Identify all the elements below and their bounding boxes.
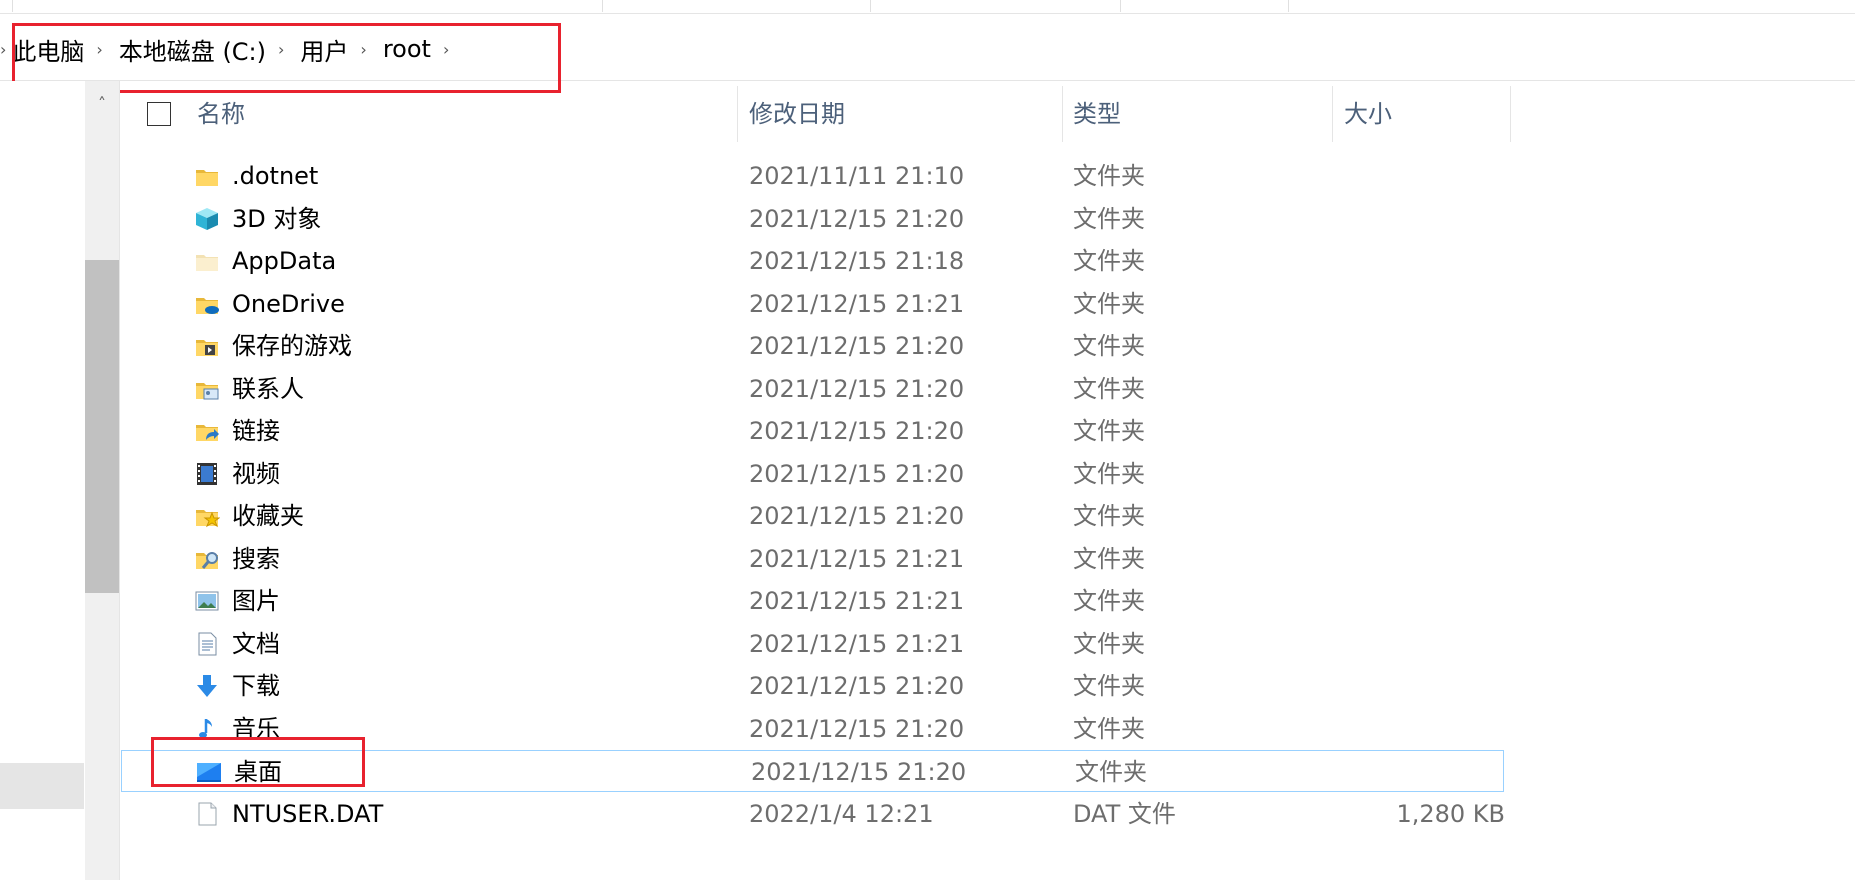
file-row[interactable]: 图片 2021/12/15 21:21 文件夹 [120, 580, 1511, 622]
file-row[interactable]: .dotnet 2021/11/11 21:10 文件夹 [120, 155, 1511, 197]
file-modified-date: 2021/12/15 21:20 [749, 502, 965, 530]
file-name: 搜索 [232, 544, 280, 573]
file-row[interactable]: 搜索 2021/12/15 21:21 文件夹 [120, 538, 1511, 580]
column-divider[interactable] [737, 86, 738, 142]
file-modified-date: 2021/12/15 21:20 [749, 672, 965, 700]
file-modified-date: 2021/12/15 21:21 [749, 544, 965, 573]
file-name: NTUSER.DAT [232, 799, 384, 828]
scroll-up-arrow-icon[interactable]: ˄ [85, 95, 119, 113]
file-row[interactable]: 下载 2021/12/15 21:20 文件夹 [120, 665, 1511, 707]
file-row[interactable]: AppData 2021/12/15 21:18 文件夹 [120, 240, 1511, 282]
file-name: 3D 对象 [232, 204, 322, 233]
file-type: 文件夹 [1073, 417, 1145, 445]
file-modified-date: 2021/12/15 21:20 [749, 459, 965, 488]
file-row[interactable]: 收藏夹 2021/12/15 21:20 文件夹 [120, 495, 1511, 537]
file-modified-date: 2021/12/15 21:20 [749, 374, 965, 403]
column-divider[interactable] [1510, 86, 1511, 142]
column-divider[interactable] [1332, 86, 1333, 142]
annotation-box-desktop [151, 737, 365, 787]
file-modified-date: 2021/12/15 21:21 [749, 289, 965, 318]
file-modified-date: 2021/12/15 21:21 [749, 587, 965, 615]
file-name: 文档 [232, 629, 280, 658]
file-type: 文件夹 [1073, 332, 1145, 360]
scrollbar-thumb[interactable] [85, 260, 119, 593]
nav-selected-item[interactable] [0, 763, 84, 809]
file-row[interactable]: 文档 2021/12/15 21:21 文件夹 [120, 623, 1511, 665]
file-row[interactable]: 3D 对象 2021/12/15 21:20 文件夹 [120, 198, 1511, 240]
column-divider[interactable] [1062, 86, 1063, 142]
downloads-icon [194, 673, 220, 699]
hidden-folder-icon [194, 248, 220, 274]
ribbon-strip [0, 0, 1855, 14]
file-name: 下载 [232, 672, 280, 700]
file-type: 文件夹 [1073, 544, 1145, 573]
file-row[interactable]: 保存的游戏 2021/12/15 21:20 文件夹 [120, 325, 1511, 367]
file-type: 文件夹 [1073, 714, 1145, 743]
file-row[interactable]: OneDrive 2021/12/15 21:21 文件夹 [120, 283, 1511, 325]
file-modified-date: 2021/12/15 21:20 [749, 417, 965, 445]
file-type: 文件夹 [1073, 204, 1145, 233]
file-type: 文件夹 [1073, 289, 1145, 318]
select-all-checkbox[interactable] [147, 102, 171, 126]
file-type: 文件夹 [1073, 629, 1145, 658]
file-modified-date: 2021/12/15 21:21 [749, 629, 965, 658]
column-header-modified[interactable]: 修改日期 [749, 86, 1049, 142]
ribbon-segment[interactable] [1120, 0, 1289, 12]
file-row[interactable]: 链接 2021/12/15 21:20 文件夹 [120, 410, 1511, 452]
file-type: 文件夹 [1073, 502, 1145, 530]
file-row[interactable]: 联系人 2021/12/15 21:20 文件夹 [120, 368, 1511, 410]
file-type: 文件夹 [1073, 459, 1145, 488]
file-name: 链接 [232, 417, 280, 445]
pictures-icon [194, 588, 220, 614]
column-header-row: 名称 修改日期 类型 大小 [120, 86, 1511, 142]
file-row[interactable]: 视频 2021/12/15 21:20 文件夹 [120, 453, 1511, 495]
file-type: 文件夹 [1075, 758, 1147, 786]
nav-scrollbar[interactable]: ˄ [85, 81, 119, 880]
file-modified-date: 2021/12/15 21:20 [749, 332, 965, 360]
ribbon-segment[interactable] [602, 0, 871, 12]
file-name: .dotnet [232, 162, 319, 190]
file-row[interactable]: NTUSER.DAT 2022/1/4 12:21 DAT 文件 1,280 KB [120, 793, 1511, 835]
column-header-type[interactable]: 类型 [1073, 86, 1323, 142]
ribbon-segment[interactable] [12, 0, 603, 12]
navigation-pane[interactable] [0, 81, 85, 880]
file-type: 文件夹 [1073, 672, 1145, 700]
videos-icon [194, 461, 220, 487]
folder-icon [194, 163, 220, 189]
column-header-size[interactable]: 大小 [1344, 86, 1494, 142]
file-modified-date: 2021/11/11 21:10 [749, 162, 965, 190]
documents-icon [194, 631, 220, 657]
file-modified-date: 2021/12/15 21:20 [749, 204, 965, 233]
saved-games-icon [194, 333, 220, 359]
file-modified-date: 2022/1/4 12:21 [749, 799, 934, 828]
file-type: 文件夹 [1073, 587, 1145, 615]
favorites-icon [194, 503, 221, 529]
file-name: OneDrive [232, 289, 345, 318]
file-modified-date: 2021/12/15 21:20 [751, 758, 967, 786]
contacts-icon [194, 376, 220, 402]
file-name: 收藏夹 [232, 502, 304, 530]
file-type: DAT 文件 [1073, 799, 1176, 828]
file-name: 联系人 [232, 374, 304, 403]
file-type: 文件夹 [1073, 374, 1145, 403]
file-type: 文件夹 [1073, 247, 1145, 275]
file-modified-date: 2021/12/15 21:18 [749, 247, 965, 275]
file-modified-date: 2021/12/15 21:20 [749, 714, 965, 743]
onedrive-folder-icon [194, 291, 220, 317]
file-name: 保存的游戏 [232, 332, 352, 360]
breadcrumb-separator[interactable]: › [0, 40, 6, 59]
file-name: 图片 [232, 587, 280, 615]
file-icon [194, 801, 220, 827]
ribbon-segment[interactable] [870, 0, 1121, 12]
links-icon [194, 418, 220, 444]
file-size: 1,280 KB [1396, 799, 1505, 828]
column-header-name[interactable]: 名称 [197, 86, 737, 142]
searches-icon [194, 546, 220, 572]
file-name: AppData [232, 247, 337, 275]
3d-objects-icon [194, 206, 220, 232]
file-name: 视频 [232, 459, 280, 488]
file-type: 文件夹 [1073, 162, 1145, 190]
